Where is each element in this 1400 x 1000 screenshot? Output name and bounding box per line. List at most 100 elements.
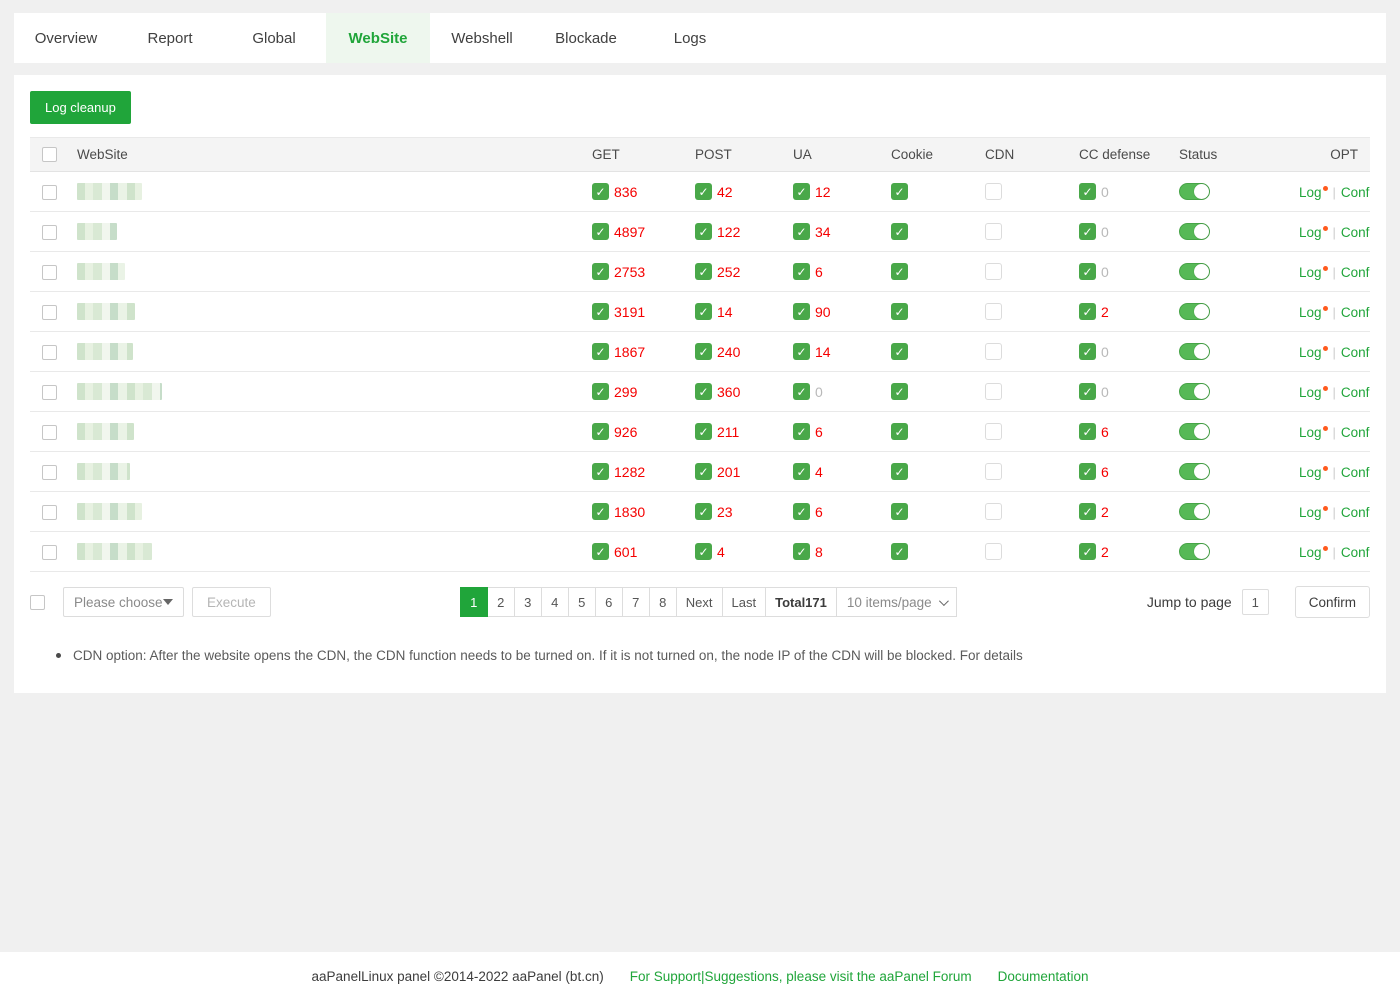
- cdn-check-icon[interactable]: [985, 303, 1002, 320]
- get-check-icon[interactable]: [592, 383, 609, 400]
- footer-docs-link[interactable]: Documentation: [998, 969, 1089, 984]
- status-toggle[interactable]: [1179, 423, 1210, 440]
- cookie-check-icon[interactable]: [891, 303, 908, 320]
- bulk-action-select[interactable]: Please choose: [63, 587, 184, 617]
- row-select-checkbox[interactable]: [42, 185, 57, 200]
- tab-website[interactable]: WebSite: [326, 13, 430, 63]
- cookie-check-icon[interactable]: [891, 543, 908, 560]
- conf-link[interactable]: Conf: [1341, 265, 1370, 280]
- cc-defense-check-icon[interactable]: [1079, 343, 1096, 360]
- row-select-checkbox[interactable]: [42, 545, 57, 560]
- log-link[interactable]: Log: [1299, 465, 1322, 480]
- cc-defense-check-icon[interactable]: [1079, 183, 1096, 200]
- ua-check-icon[interactable]: [793, 223, 810, 240]
- row-select-checkbox[interactable]: [42, 305, 57, 320]
- tab-logs[interactable]: Logs: [638, 13, 742, 63]
- last-page-button[interactable]: Last: [722, 587, 767, 617]
- get-check-icon[interactable]: [592, 343, 609, 360]
- status-toggle[interactable]: [1179, 183, 1210, 200]
- tab-blockade[interactable]: Blockade: [534, 13, 638, 63]
- cc-defense-check-icon[interactable]: [1079, 223, 1096, 240]
- get-check-icon[interactable]: [592, 303, 609, 320]
- post-check-icon[interactable]: [695, 183, 712, 200]
- log-link[interactable]: Log: [1299, 225, 1322, 240]
- conf-link[interactable]: Conf: [1341, 465, 1370, 480]
- ua-check-icon[interactable]: [793, 503, 810, 520]
- ua-check-icon[interactable]: [793, 263, 810, 280]
- page-button-6[interactable]: 6: [595, 587, 623, 617]
- confirm-button[interactable]: Confirm: [1295, 586, 1370, 618]
- conf-link[interactable]: Conf: [1341, 385, 1370, 400]
- cdn-check-icon[interactable]: [985, 503, 1002, 520]
- page-button-1[interactable]: 1: [460, 587, 488, 617]
- conf-link[interactable]: Conf: [1341, 225, 1370, 240]
- status-toggle[interactable]: [1179, 303, 1210, 320]
- post-check-icon[interactable]: [695, 383, 712, 400]
- page-button-3[interactable]: 3: [514, 587, 542, 617]
- cookie-check-icon[interactable]: [891, 383, 908, 400]
- get-check-icon[interactable]: [592, 463, 609, 480]
- post-check-icon[interactable]: [695, 463, 712, 480]
- bulk-select-checkbox[interactable]: [30, 595, 45, 610]
- status-toggle[interactable]: [1179, 503, 1210, 520]
- conf-link[interactable]: Conf: [1341, 345, 1370, 360]
- post-check-icon[interactable]: [695, 423, 712, 440]
- cookie-check-icon[interactable]: [891, 223, 908, 240]
- status-toggle[interactable]: [1179, 543, 1210, 560]
- get-check-icon[interactable]: [592, 543, 609, 560]
- tab-report[interactable]: Report: [118, 13, 222, 63]
- row-select-checkbox[interactable]: [42, 385, 57, 400]
- row-select-checkbox[interactable]: [42, 345, 57, 360]
- log-link[interactable]: Log: [1299, 505, 1322, 520]
- ua-check-icon[interactable]: [793, 303, 810, 320]
- row-select-checkbox[interactable]: [42, 505, 57, 520]
- post-check-icon[interactable]: [695, 503, 712, 520]
- conf-link[interactable]: Conf: [1341, 305, 1370, 320]
- row-select-checkbox[interactable]: [42, 425, 57, 440]
- cookie-check-icon[interactable]: [891, 463, 908, 480]
- cc-defense-check-icon[interactable]: [1079, 423, 1096, 440]
- post-check-icon[interactable]: [695, 343, 712, 360]
- cc-defense-check-icon[interactable]: [1079, 263, 1096, 280]
- cdn-check-icon[interactable]: [985, 383, 1002, 400]
- tab-global[interactable]: Global: [222, 13, 326, 63]
- cc-defense-check-icon[interactable]: [1079, 543, 1096, 560]
- cdn-check-icon[interactable]: [985, 223, 1002, 240]
- row-select-checkbox[interactable]: [42, 225, 57, 240]
- status-toggle[interactable]: [1179, 223, 1210, 240]
- cc-defense-check-icon[interactable]: [1079, 463, 1096, 480]
- log-link[interactable]: Log: [1299, 425, 1322, 440]
- page-button-4[interactable]: 4: [541, 587, 569, 617]
- page-button-2[interactable]: 2: [487, 587, 515, 617]
- cdn-check-icon[interactable]: [985, 543, 1002, 560]
- select-all-checkbox[interactable]: [42, 147, 57, 162]
- footer-support-link[interactable]: For Support|Suggestions, please visit th…: [630, 969, 972, 984]
- cc-defense-check-icon[interactable]: [1079, 383, 1096, 400]
- ua-check-icon[interactable]: [793, 183, 810, 200]
- row-select-checkbox[interactable]: [42, 265, 57, 280]
- tab-overview[interactable]: Overview: [14, 13, 118, 63]
- conf-link[interactable]: Conf: [1341, 545, 1370, 560]
- conf-link[interactable]: Conf: [1341, 505, 1370, 520]
- log-link[interactable]: Log: [1299, 345, 1322, 360]
- status-toggle[interactable]: [1179, 263, 1210, 280]
- post-check-icon[interactable]: [695, 543, 712, 560]
- post-check-icon[interactable]: [695, 223, 712, 240]
- ua-check-icon[interactable]: [793, 383, 810, 400]
- cc-defense-check-icon[interactable]: [1079, 503, 1096, 520]
- execute-button[interactable]: Execute: [192, 587, 271, 617]
- page-button-5[interactable]: 5: [568, 587, 596, 617]
- cookie-check-icon[interactable]: [891, 183, 908, 200]
- jump-page-input[interactable]: [1242, 589, 1269, 615]
- ua-check-icon[interactable]: [793, 343, 810, 360]
- log-link[interactable]: Log: [1299, 185, 1322, 200]
- cdn-check-icon[interactable]: [985, 423, 1002, 440]
- get-check-icon[interactable]: [592, 263, 609, 280]
- log-cleanup-button[interactable]: Log cleanup: [30, 91, 131, 124]
- tab-webshell[interactable]: Webshell: [430, 13, 534, 63]
- cookie-check-icon[interactable]: [891, 343, 908, 360]
- ua-check-icon[interactable]: [793, 463, 810, 480]
- cookie-check-icon[interactable]: [891, 503, 908, 520]
- post-check-icon[interactable]: [695, 263, 712, 280]
- page-button-8[interactable]: 8: [649, 587, 677, 617]
